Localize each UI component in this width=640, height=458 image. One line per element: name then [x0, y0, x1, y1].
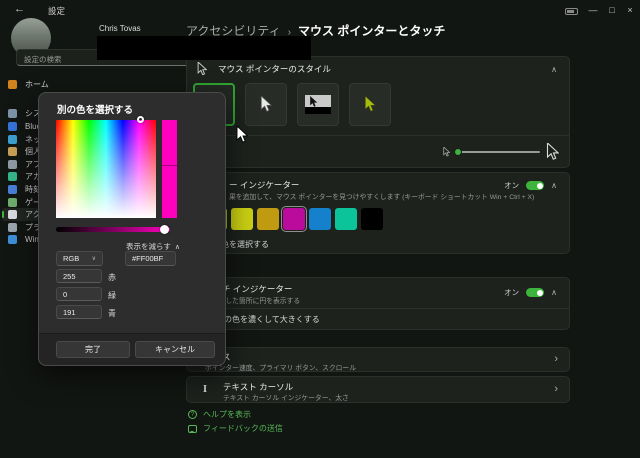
- value-slider-thumb[interactable]: [160, 225, 169, 234]
- pointer-style-card: マウス ポインターのスタイル ∧: [186, 56, 570, 168]
- white-cursor-icon: [260, 96, 272, 113]
- color-swatch[interactable]: [283, 208, 305, 230]
- search-placeholder: 設定の検索: [24, 54, 62, 65]
- help-link[interactable]: ? ヘルプを表示: [188, 409, 251, 420]
- color-swatch[interactable]: [335, 208, 357, 230]
- page-title: マウス ポインターとタッチ: [298, 24, 445, 38]
- color-swatch[interactable]: [309, 208, 331, 230]
- sidebar-item-home[interactable]: ホーム: [2, 78, 194, 91]
- accounts-icon: [8, 172, 17, 181]
- hex-input[interactable]: #FF00BF: [125, 251, 176, 266]
- pointer-style-inverted[interactable]: [297, 83, 339, 126]
- redacted-email: [97, 36, 311, 60]
- dialog-footer: 完了 キャンセル: [39, 333, 225, 365]
- pointer-indicator-toggle[interactable]: [526, 181, 544, 190]
- close-button[interactable]: ×: [621, 2, 639, 18]
- value-bar[interactable]: [162, 120, 177, 218]
- pointer-indicator-desc: 果を追加して、マウス ポインターを見つけやすくします (キーボード ショートカッ…: [229, 191, 534, 201]
- battery-icon: [565, 8, 578, 15]
- app-title: 設定: [48, 5, 65, 17]
- bluetooth-icon: [8, 122, 17, 131]
- touch-indicator-card: タッチ インジケーター タッチした箇所に円を表示する オン ∧ 円の色を濃くして…: [186, 277, 570, 330]
- pointer-indicator-card: ー インジケーター 果を追加して、マウス ポインターを見つけやすくします (キー…: [186, 172, 570, 254]
- maximize-button[interactable]: □: [603, 2, 621, 18]
- touch-circle-option[interactable]: 円の色を濃くして大きくする: [216, 314, 320, 325]
- slider-thumb[interactable]: [454, 148, 462, 156]
- blue-label: 青: [108, 308, 116, 319]
- settings-window: ← 設定 — □ × Chris Tovas 設定の検索 ホーム システム Bl…: [0, 0, 640, 458]
- pointer-style-green[interactable]: [349, 83, 391, 126]
- pointer-size-slider[interactable]: [456, 151, 540, 153]
- text-cursor-row[interactable]: I テキスト カーソル テキスト カーソル インジケーター、太さ ›: [186, 376, 570, 403]
- feedback-link[interactable]: フィードバックの送信: [188, 423, 283, 434]
- cancel-button[interactable]: キャンセル: [135, 341, 215, 358]
- mouse-row-desc: ポインター速度、プライマリ ボタン、スクロール: [205, 362, 356, 372]
- pointer-style-white[interactable]: [245, 83, 287, 126]
- mouse-settings-row[interactable]: マウス ポインター速度、プライマリ ボタン、スクロール ›: [186, 347, 570, 372]
- chevron-right-icon: ›: [554, 353, 558, 365]
- color-picker-dialog: 別の色を選択する 表示を減らす ∧ RGB ∨ #FF00BF 255 赤 0 …: [38, 92, 226, 366]
- value-slider[interactable]: [56, 227, 170, 232]
- gaming-icon: [8, 198, 17, 207]
- back-button[interactable]: ←: [14, 3, 25, 15]
- chevron-up-icon[interactable]: ∧: [551, 65, 557, 74]
- toggle-state-label: オン: [504, 180, 519, 191]
- feedback-icon: [188, 425, 197, 433]
- user-name: Chris Tovas: [99, 24, 141, 33]
- indicator-color-swatches: [205, 208, 383, 230]
- color-swatch[interactable]: [231, 208, 253, 230]
- dialog-title: 別の色を選択する: [57, 102, 133, 116]
- green-cursor-icon: [364, 96, 376, 113]
- saturation-value-picker[interactable]: [56, 120, 156, 218]
- text-cursor-icon: I: [198, 383, 212, 395]
- inverted-cursor-icon: [305, 95, 331, 114]
- time-language-icon: [8, 185, 17, 194]
- color-swatch[interactable]: [257, 208, 279, 230]
- chevron-right-icon: ›: [554, 383, 558, 395]
- picker-ring[interactable]: [137, 116, 144, 123]
- chevron-up-icon: ∧: [175, 243, 180, 251]
- toggle-state-label: オン: [504, 287, 519, 298]
- red-label: 赤: [108, 272, 116, 283]
- minimize-button[interactable]: —: [584, 2, 602, 18]
- home-icon: [8, 80, 17, 89]
- red-input[interactable]: 255: [56, 269, 102, 283]
- chevron-up-icon[interactable]: ∧: [551, 288, 557, 297]
- personalization-icon: [8, 147, 17, 156]
- pointer-style-title: マウス ポインターのスタイル: [218, 63, 331, 75]
- help-icon: ?: [188, 410, 197, 419]
- text-cursor-desc: テキスト カーソル インジケーター、太さ: [223, 392, 349, 402]
- titlebar: ← 設定 — □ ×: [0, 0, 640, 22]
- done-button[interactable]: 完了: [56, 341, 130, 358]
- privacy-icon: [8, 223, 17, 232]
- chevron-up-icon[interactable]: ∧: [551, 181, 557, 190]
- system-icon: [8, 109, 17, 118]
- green-input[interactable]: 0: [56, 287, 102, 301]
- apps-icon: [8, 160, 17, 169]
- color-model-select[interactable]: RGB ∨: [56, 251, 103, 266]
- mouse-cursor: [236, 126, 248, 144]
- chevron-down-icon: ∨: [92, 255, 96, 262]
- blue-input[interactable]: 191: [56, 305, 102, 319]
- small-cursor-icon: [443, 147, 450, 157]
- touch-indicator-toggle[interactable]: [526, 288, 544, 297]
- accessibility-icon: [8, 210, 17, 219]
- pointer-indicator-title: ー インジケーター: [229, 179, 299, 191]
- windows-update-icon: [8, 235, 17, 244]
- green-label: 緑: [108, 290, 116, 301]
- mouse-pointer-icon: [197, 62, 207, 76]
- color-swatch[interactable]: [361, 208, 383, 230]
- network-icon: [8, 135, 17, 144]
- large-cursor-icon: [546, 143, 559, 161]
